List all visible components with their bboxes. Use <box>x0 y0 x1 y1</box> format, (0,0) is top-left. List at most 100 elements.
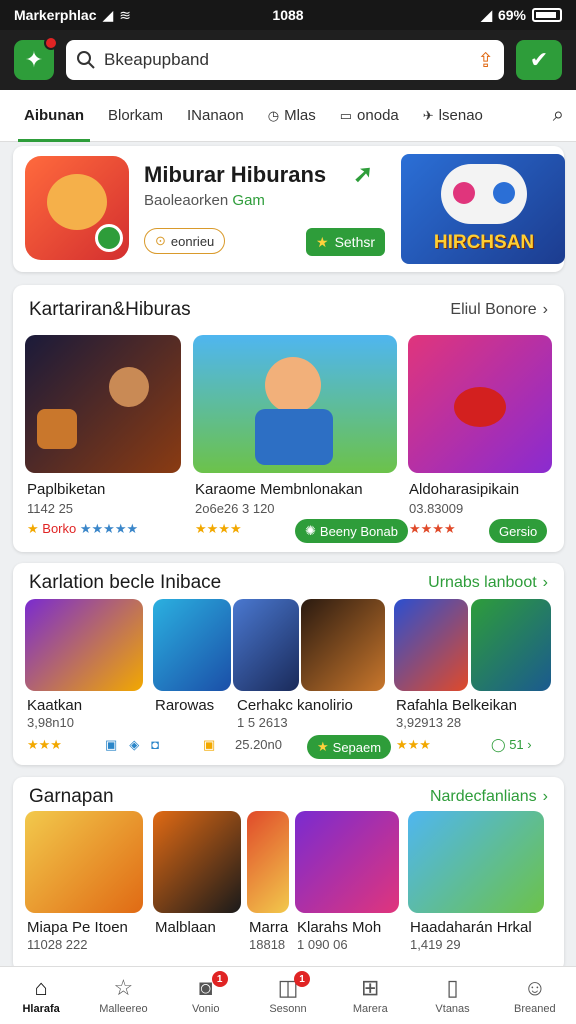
mini-icon-row: ▣◈◘ <box>105 737 172 752</box>
app-tile[interactable] <box>408 811 544 913</box>
subtitle-accent: Gam <box>232 192 265 209</box>
nav-label: Vonio <box>191 1003 220 1015</box>
section-more-link[interactable]: Eliul Bonore › <box>450 301 548 319</box>
app-meta: 03.83009 <box>409 501 464 516</box>
tabs-search-icon[interactable]: ⌕ <box>553 104 564 127</box>
nav-item-home[interactable]: ⌂ Hlarafa <box>0 967 82 1024</box>
app-tile[interactable] <box>394 599 468 691</box>
app-meta: 1142 25 <box>27 501 74 516</box>
app-meta: 2o6e26 3 120 <box>195 501 275 516</box>
section-card: Garnapan Nardecfanlians › Miapa Pe Itoen … <box>13 777 564 972</box>
verify-button[interactable]: ✔ <box>516 40 562 80</box>
wifi-icon: ≋ <box>119 6 131 23</box>
tab-aibunan[interactable]: Aibunan <box>12 90 96 142</box>
app-tile[interactable] <box>153 811 241 913</box>
pill-label: eonrieu <box>170 233 215 249</box>
app-action-button[interactable]: ★ Sepaem <box>307 735 392 759</box>
bear-face-icon <box>47 174 107 230</box>
tab-lsenao[interactable]: ✈ lsenao <box>411 90 495 142</box>
app-tile[interactable] <box>153 599 231 691</box>
nav-label: Hlarafa <box>22 1003 60 1015</box>
nav-label: Malleereo <box>99 1003 148 1015</box>
star-row: ★★★★ <box>409 521 456 536</box>
character-body <box>255 409 333 465</box>
featured-action-button[interactable]: ★ Sethsr <box>306 228 386 256</box>
featured-banner-image[interactable]: HIRCHSAN <box>401 154 565 264</box>
featured-tag-pill[interactable]: ⊙ eonrieu <box>144 228 226 254</box>
app-name: Haadaharán Hrkal <box>410 919 532 936</box>
app-action-button[interactable]: Gersio <box>489 519 548 543</box>
nav-item-favorites[interactable]: ☆ Malleereo <box>82 967 164 1024</box>
battery-percent: 69% <box>497 7 526 23</box>
chevron-right-icon: › <box>542 574 548 591</box>
button-label: Sethsr <box>334 234 376 250</box>
nav-item-grid[interactable]: ⊞ Marera <box>329 967 411 1024</box>
app-meta: 1 5 2613 <box>237 715 288 730</box>
app-meta: 1,419 29 <box>410 937 461 952</box>
tab-label: Aibunan <box>24 107 84 124</box>
app-action-button[interactable]: ✺ Beeny Bonab <box>295 519 408 543</box>
share-icon[interactable]: ⇪ <box>477 48 494 73</box>
book-icon: ▯ <box>446 975 459 1000</box>
star-icon: ☆ <box>113 975 134 1000</box>
battery-icon <box>532 8 562 22</box>
character-head <box>265 357 321 413</box>
more-label: Nardecfanlians <box>429 788 537 805</box>
search-input[interactable] <box>104 50 470 70</box>
star-icon: ★ <box>317 739 329 754</box>
plane-icon: ✈ <box>422 107 434 123</box>
circle-icon: ⊙ <box>155 233 166 248</box>
app-tile[interactable] <box>247 811 289 913</box>
tab-mlas[interactable]: ◷ Mlas <box>256 90 328 142</box>
app-logo-icon[interactable]: ✦ <box>14 36 58 80</box>
mini-square-icon: ▣ <box>203 737 216 752</box>
notification-badge: 1 <box>293 971 310 987</box>
section-title: Garnapan <box>29 786 114 807</box>
banner-text: HIRCHSAN <box>433 232 535 253</box>
button-label: Sepaem <box>332 739 382 755</box>
app-tile[interactable] <box>25 599 143 691</box>
app-tile[interactable] <box>295 811 399 913</box>
tab-label: INanaon <box>187 107 244 124</box>
featured-app-icon[interactable] <box>25 156 129 260</box>
tab-onoda[interactable]: ▭ onoda <box>328 90 411 142</box>
app-tile[interactable] <box>301 599 385 691</box>
app-meta: 3,92913 28 <box>396 715 462 730</box>
nav-item-games[interactable]: 1 ◫ Sesonn <box>247 967 329 1024</box>
chevron-right-icon: › <box>542 788 548 805</box>
app-tile[interactable] <box>471 599 551 691</box>
bottom-navigation: ⌂ Hlarafa ☆ Malleereo 1 ◙ Vonio 1 ◫ Sesonn ⊞ Ma… <box>0 966 576 1024</box>
app-tile[interactable] <box>193 335 397 473</box>
nav-item-profile[interactable]: ☺ Breaned <box>494 967 576 1024</box>
app-extra: 25.20n0 <box>235 737 282 752</box>
tab-label: Blorkam <box>108 107 164 124</box>
tab-inanaon[interactable]: INanaon <box>175 90 256 142</box>
app-tile[interactable] <box>233 599 299 691</box>
app-name: Karaome Membnlonakan <box>195 481 363 498</box>
star-icon: ★ <box>316 233 329 250</box>
app-tile[interactable] <box>25 811 143 913</box>
more-label: Urnabs lanboot <box>428 574 537 591</box>
comment-count[interactable]: ◯ 51 › <box>491 737 532 753</box>
app-tile[interactable] <box>25 335 181 473</box>
more-label: Eliul Bonore <box>450 301 537 318</box>
featured-card[interactable]: Miburar Hiburans ➚ Baoleaorken Gam ⊙ eonr… <box>13 146 565 272</box>
comment-icon: ◯ <box>491 737 506 752</box>
carrier-label: Markerphlac <box>14 7 97 23</box>
section-more-link[interactable]: Urnabs lanboot › <box>428 574 548 592</box>
star-row: ★★★ <box>27 737 62 752</box>
mascot-eye <box>493 182 515 204</box>
search-bar[interactable]: ⇪ <box>66 40 504 80</box>
star-row: ★★★★ <box>195 521 242 536</box>
section-more-link[interactable]: Nardecfanlians › <box>430 788 548 806</box>
nav-label: Sesonn <box>269 1003 307 1015</box>
nav-item-library[interactable]: ▯ Vtanas <box>411 967 493 1024</box>
chevron-right-icon: › <box>542 301 548 318</box>
nav-item-chat[interactable]: 1 ◙ Vonio <box>165 967 247 1024</box>
app-name: Rarowas <box>155 697 215 714</box>
status-bar: Markerphlac ◢ ≋ 1088 ◢ 69% <box>0 0 576 30</box>
tab-blorkam[interactable]: Blorkam <box>96 90 175 142</box>
tab-label: Mlas <box>284 107 316 124</box>
app-tile[interactable] <box>408 335 552 473</box>
app-name: Miapa Pe Itoen <box>27 919 128 936</box>
